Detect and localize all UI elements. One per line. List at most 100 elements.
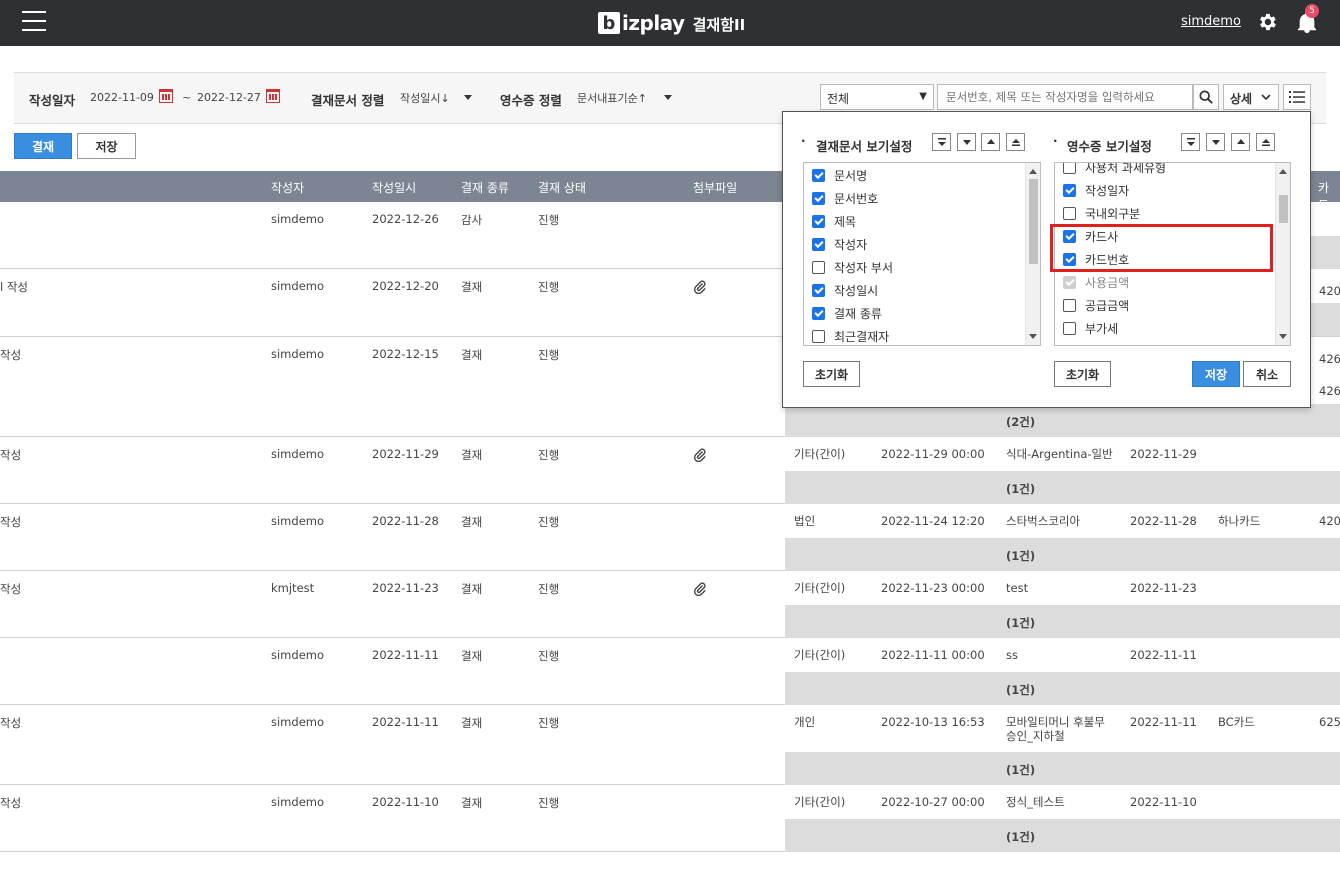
top-bar: b izplay 결재함II simdemo 5 [0,0,1340,46]
checkbox[interactable] [812,329,825,343]
col-attach[interactable]: 첨부파일 [693,179,737,196]
search-icon [1199,90,1213,104]
field-option[interactable]: 작성자 부서 [812,257,893,277]
move-up-button[interactable] [1231,133,1250,151]
detail-label: 상세 [1230,92,1253,106]
receipt-date: 2022-11-29 [1130,447,1197,461]
row-kind: 결재 [461,796,483,810]
approve-button[interactable]: 결재 [14,133,72,159]
receipt-store: 모바일티머니 후불무 승인_지하철 [1006,715,1105,743]
field-label: 결재 종류 [834,306,882,321]
checkbox[interactable] [812,306,825,320]
chevron-down-icon[interactable] [464,95,472,100]
row-status: 진행 [538,213,560,227]
receipt-summary-bar: (1건) [785,538,1340,571]
checkbox[interactable] [1063,321,1076,335]
table-row[interactable]: 작성 simdemo 2022-11-10 결재 진행 기타(간이) 2022-10-27 … [0,785,1340,852]
table-row[interactable]: 작성 simdemo 2022-11-28 결재 진행 법인 2022-11-24 12:2… [0,504,1340,571]
checkbox[interactable] [1063,183,1076,197]
checkbox[interactable] [812,283,825,297]
popup-save-button[interactable]: 저장 [1192,361,1240,387]
date-from[interactable]: 2022-11-09 [90,91,154,104]
field-option[interactable]: 문서명 [812,165,867,185]
table-row[interactable]: 작성 simdemo 2022-11-11 결재 진행 개인 2022-10-13 16:5… [0,705,1340,785]
receipt-cardno: 4201 [1319,514,1340,528]
menu-icon[interactable] [22,11,46,33]
save-button[interactable]: 저장 [77,133,136,159]
field-option[interactable]: 사용처 과세유형 [1063,163,1166,177]
field-label: 사용금액 [1085,275,1130,290]
row-status: 진행 [538,649,560,663]
app-logo[interactable]: b izplay 결재함II [598,9,745,37]
doc-fields-list[interactable]: 문서명문서번호제목작성자작성자 부서작성일시결재 종류최근결재자 [803,162,1041,346]
field-option[interactable]: 공급금액 [1063,295,1129,315]
field-option[interactable]: 작성자 [812,234,867,254]
field-option[interactable]: 제목 [812,211,856,231]
field-option[interactable]: 부가세 [1063,318,1118,338]
checkbox[interactable] [812,168,825,182]
move-top-button[interactable] [1181,133,1200,151]
checkbox[interactable] [812,260,825,274]
paperclip-icon[interactable] [693,582,707,597]
checkbox[interactable] [812,237,825,251]
move-down-button[interactable] [1206,133,1225,151]
move-bottom-button[interactable] [1006,133,1025,151]
field-option[interactable]: 사용금액 [1063,272,1129,292]
field-option[interactable]: 최근결재자 [812,326,889,345]
row-author: simdemo [271,347,325,361]
chevron-down-icon[interactable] [664,95,672,100]
field-option[interactable]: 결재 종류 [812,303,882,323]
checkbox[interactable] [1063,298,1076,312]
detail-button[interactable]: 상세 [1223,84,1279,110]
checkbox[interactable] [812,191,825,205]
move-top-button[interactable] [932,133,951,151]
scrollbar[interactable] [1275,163,1290,345]
field-option[interactable]: 문서번호 [812,188,878,208]
column-settings-button[interactable] [1283,84,1311,110]
scroll-down-icon[interactable] [1029,334,1037,339]
popup-cancel-button[interactable]: 취소 [1243,361,1291,387]
checkbox[interactable] [812,214,825,228]
row-title: l 작성 [0,280,29,294]
paperclip-icon[interactable] [693,448,707,463]
receipt-sort-select[interactable]: 문서내표기순↑ [577,90,647,106]
table-row[interactable]: simdemo 2022-11-11 결재 진행 기타(간이) 2022-11-11 00… [0,638,1340,705]
doc-reset-button[interactable]: 초기화 [803,361,860,387]
col-status[interactable]: 결재 상태 [538,179,586,196]
gear-icon[interactable] [1256,11,1278,33]
receipt-date: 2022-11-11 [1130,715,1197,729]
search-button[interactable] [1193,84,1219,110]
receipt-reset-button[interactable]: 초기화 [1054,361,1111,387]
scroll-up-icon[interactable] [1279,169,1287,174]
table-row[interactable]: 작성 kmjtest 2022-11-23 결재 진행 기타(간이) 2022-11-23 … [0,571,1340,638]
row-date: 2022-11-28 [372,514,439,528]
scroll-down-icon[interactable] [1279,334,1287,339]
field-option[interactable]: 국내외구분 [1063,203,1140,223]
date-to[interactable]: 2022-12-27 [197,91,261,104]
checkbox[interactable] [1063,206,1076,220]
field-option[interactable]: 작성일시 [812,280,878,300]
paperclip-icon[interactable] [693,280,707,295]
scrollbar-thumb[interactable] [1029,179,1038,264]
move-down-button[interactable] [957,133,976,151]
calendar-icon[interactable] [266,89,280,103]
calendar-icon[interactable] [159,89,173,103]
scroll-up-icon[interactable] [1029,169,1037,174]
logo-mark: b [598,12,620,34]
search-input[interactable] [937,84,1193,110]
row-status: 진행 [538,448,560,462]
move-up-button[interactable] [981,133,1000,151]
checkbox[interactable] [1063,163,1076,174]
scope-select[interactable]: 전체 ▼ [820,84,934,110]
receipt-date: 2022-11-10 [1130,795,1197,809]
scrollbar-thumb[interactable] [1279,195,1288,223]
doc-sort-select[interactable]: 작성일시↓ [400,90,450,106]
field-option[interactable]: 작성일자 [1063,180,1129,200]
col-kind[interactable]: 결재 종류 [461,179,509,196]
col-date[interactable]: 작성일시 [372,179,416,196]
scrollbar[interactable] [1025,163,1040,345]
user-link[interactable]: simdemo [1181,14,1241,29]
table-row[interactable]: 작성 simdemo 2022-11-29 결재 진행 기타(간이) 2022-11-29 … [0,437,1340,504]
move-bottom-button[interactable] [1256,133,1275,151]
col-author[interactable]: 작성자 [271,179,304,196]
